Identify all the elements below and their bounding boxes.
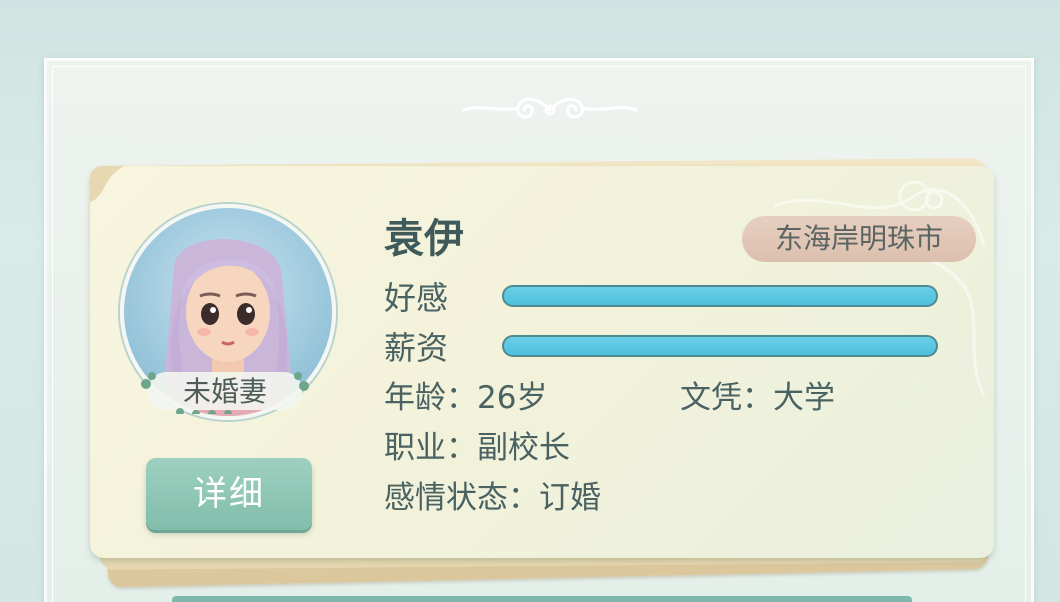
detail-button[interactable]: 详细: [146, 458, 312, 530]
education-info: 文凭：大学: [680, 380, 835, 416]
affection-label: 好感: [384, 279, 449, 317]
salary-bar: [502, 335, 938, 357]
location-badge: 东海岸明珠市: [742, 216, 976, 262]
job-info: 职业：副校长: [384, 430, 570, 466]
salary-label: 薪资: [384, 329, 449, 367]
salary-bar-fill: [504, 337, 936, 355]
relation-label: 未婚妻: [182, 375, 267, 408]
age-info: 年龄：26岁: [384, 380, 548, 416]
affection-bar: [502, 285, 938, 307]
relationship-status-info: 感情状态：订婚: [384, 480, 601, 516]
affection-bar-fill: [504, 287, 936, 305]
character-name: 袁伊: [384, 216, 464, 262]
next-card-edge: [172, 596, 912, 602]
scroll-ornament-icon: [462, 97, 638, 119]
